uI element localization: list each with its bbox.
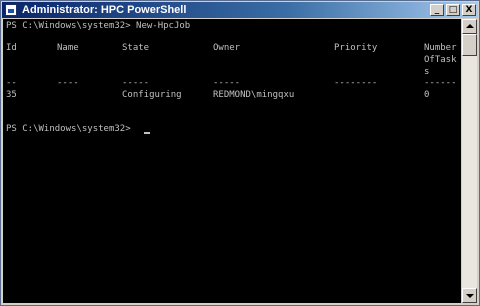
minimize-button[interactable]: _ xyxy=(430,4,444,16)
header-state: State xyxy=(122,43,150,53)
header-owner: Owner xyxy=(213,43,241,53)
powershell-window: Administrator: HPC PowerShell _ □ X PS C… xyxy=(0,0,480,306)
command-line: PS C:\Windows\system32> New-HpcJob xyxy=(6,21,191,31)
prompt-line: PS C:\Windows\system32> xyxy=(6,124,137,134)
row-owner: REDMOND\mingqxu xyxy=(213,90,295,100)
powershell-app-icon[interactable] xyxy=(5,4,17,16)
row-tasks: 0 xyxy=(424,90,430,100)
vertical-scrollbar[interactable] xyxy=(462,19,477,303)
maximize-button[interactable]: □ xyxy=(446,4,460,16)
scroll-down-arrow-icon xyxy=(466,294,474,298)
separator-id: -- xyxy=(6,78,17,88)
scroll-up-arrow-icon xyxy=(466,24,474,28)
header-number-of-tasks-1: Number xyxy=(424,43,457,53)
header-id: Id xyxy=(6,43,17,53)
separator-owner: ----- xyxy=(213,78,241,88)
row-id: 35 xyxy=(6,90,17,100)
header-name: Name xyxy=(57,43,79,53)
scroll-thumb[interactable] xyxy=(462,34,477,56)
separator-tasks: ------ xyxy=(424,78,457,88)
text-cursor xyxy=(144,132,150,134)
separator-priority: -------- xyxy=(334,78,378,88)
header-priority: Priority xyxy=(334,43,378,53)
scroll-up-button[interactable] xyxy=(462,19,477,34)
row-state: Configuring xyxy=(122,90,182,100)
separator-name: ---- xyxy=(57,78,79,88)
scroll-down-button[interactable] xyxy=(462,288,477,303)
header-number-of-tasks-2: OfTask xyxy=(424,55,457,65)
title-bar[interactable]: Administrator: HPC PowerShell _ □ X xyxy=(2,2,478,18)
window-title: Administrator: HPC PowerShell xyxy=(22,4,187,16)
separator-state: ----- xyxy=(122,78,150,88)
console-output[interactable]: PS C:\Windows\system32> New-HpcJob Id Na… xyxy=(3,19,461,303)
close-button[interactable]: X xyxy=(462,4,476,16)
